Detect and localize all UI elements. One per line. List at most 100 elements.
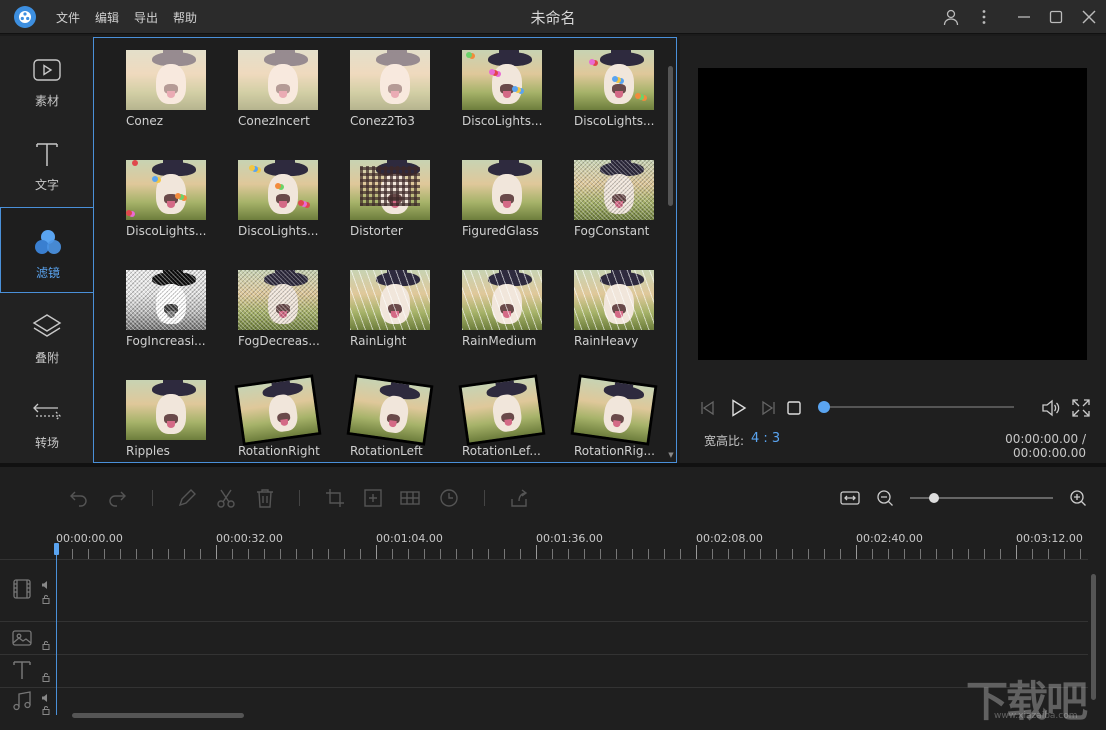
filter-name: ConezIncert <box>238 114 310 128</box>
next-frame-icon[interactable] <box>758 398 778 418</box>
minimize-icon[interactable] <box>1015 8 1033 26</box>
filter-icon <box>33 228 63 256</box>
zoom-out-icon[interactable] <box>874 487 896 509</box>
filter-name: RainMedium <box>462 334 537 348</box>
filter-name: RainHeavy <box>574 334 639 348</box>
video-track[interactable] <box>0 559 1088 621</box>
filter-thumbnail <box>238 270 318 330</box>
filter-tile[interactable]: DiscoLights... <box>125 148 209 248</box>
filter-tile[interactable]: DiscoLights... <box>237 148 321 248</box>
ruler-major-tick <box>216 545 217 559</box>
edit-icon[interactable] <box>176 487 198 509</box>
redo-icon[interactable] <box>106 487 128 509</box>
filter-tile[interactable]: RotationLeft <box>349 368 433 462</box>
menu-help[interactable]: 帮助 <box>173 9 197 26</box>
menu-file[interactable]: 文件 <box>56 9 80 26</box>
lock-icon[interactable] <box>41 593 51 604</box>
filter-tile[interactable]: FogConstant <box>573 148 657 248</box>
sidebar-item-transition[interactable]: 转场 <box>0 378 94 463</box>
filter-name: RainLight <box>350 334 407 348</box>
filter-grid: ▲ ▼ ConezConezIncertConez2To3DiscoLights… <box>93 37 677 463</box>
fit-timeline-icon[interactable] <box>839 487 861 509</box>
filter-tile[interactable]: Conez2To3 <box>349 38 433 138</box>
mosaic-icon[interactable] <box>399 487 421 509</box>
filter-tile[interactable]: RainMedium <box>461 258 545 358</box>
filter-thumbnail <box>126 50 206 110</box>
ruler-major-tick <box>536 545 537 559</box>
filter-tile[interactable]: FogIncreasi... <box>125 258 209 358</box>
filter-name: DiscoLights... <box>462 114 543 128</box>
filter-name: Conez2To3 <box>350 114 415 128</box>
image-track[interactable] <box>0 621 1088 654</box>
filter-thumbnail <box>350 50 430 110</box>
filter-name: FiguredGlass <box>462 224 539 238</box>
text-track[interactable] <box>0 654 1088 687</box>
filter-name: Distorter <box>350 224 403 238</box>
lock-icon[interactable] <box>41 704 51 715</box>
close-icon[interactable] <box>1080 8 1098 26</box>
timeline-horizontal-scrollbar[interactable] <box>72 713 244 718</box>
filter-thumbnail <box>350 270 430 330</box>
user-icon[interactable] <box>942 8 960 26</box>
volume-icon[interactable] <box>41 692 51 702</box>
ruler-major-tick <box>376 545 377 559</box>
filter-thumbnail <box>574 50 654 110</box>
stop-button[interactable] <box>784 398 804 418</box>
duration-icon[interactable] <box>438 487 460 509</box>
filter-tile[interactable]: DiscoLights... <box>461 38 545 138</box>
filter-tile[interactable]: RotationRight <box>237 368 321 462</box>
timeline-vertical-scrollbar[interactable] <box>1091 574 1096 700</box>
crop-icon[interactable] <box>324 487 346 509</box>
more-icon[interactable] <box>975 8 993 26</box>
play-button[interactable] <box>728 398 748 418</box>
playhead[interactable] <box>56 545 57 715</box>
fullscreen-icon[interactable] <box>1071 398 1091 418</box>
volume-icon[interactable] <box>1040 398 1060 418</box>
sidebar-item-text[interactable]: 文字 <box>0 120 94 205</box>
zoom-clip-icon[interactable] <box>362 487 384 509</box>
scroll-down-icon[interactable]: ▼ <box>667 452 675 459</box>
toolbar-separator <box>484 490 485 506</box>
seek-handle[interactable] <box>818 401 830 413</box>
sidebar-item-overlay[interactable]: 叠附 <box>0 293 94 378</box>
maximize-icon[interactable] <box>1047 8 1065 26</box>
filter-tile[interactable]: RotationRig... <box>573 368 657 462</box>
lock-icon[interactable] <box>41 671 51 682</box>
filter-tile[interactable]: FogDecreas... <box>237 258 321 358</box>
filter-tile[interactable]: Conez <box>125 38 209 138</box>
filter-tile[interactable]: FiguredGlass <box>461 148 545 248</box>
filter-name: RotationLeft <box>350 444 423 458</box>
export-clip-icon[interactable] <box>508 487 530 509</box>
app-logo-icon <box>14 6 36 28</box>
previous-frame-icon[interactable] <box>698 398 718 418</box>
ruler-major-tick <box>856 545 857 559</box>
filter-tile[interactable]: Ripples <box>125 368 209 462</box>
menu-export[interactable]: 导出 <box>134 9 158 26</box>
menu-edit[interactable]: 编辑 <box>95 9 119 26</box>
filter-tile[interactable]: RotationLef... <box>461 368 545 462</box>
lock-icon[interactable] <box>41 639 51 650</box>
delete-icon[interactable] <box>254 487 276 509</box>
playhead-handle[interactable] <box>54 543 59 555</box>
zoom-in-icon[interactable] <box>1067 487 1089 509</box>
video-track-icon <box>11 578 33 600</box>
undo-icon[interactable] <box>68 487 90 509</box>
filter-tile[interactable]: RainLight <box>349 258 433 358</box>
filter-tile[interactable]: ConezIncert <box>237 38 321 138</box>
filter-thumbnail <box>573 377 655 443</box>
filter-name: DiscoLights... <box>126 224 207 238</box>
filter-tile[interactable]: RainHeavy <box>573 258 657 358</box>
sidebar-item-label: 素材 <box>34 94 59 108</box>
filter-tile[interactable]: DiscoLights... <box>573 38 657 138</box>
filter-name: RotationRig... <box>574 444 655 458</box>
sidebar-item-media[interactable]: 素材 <box>0 36 94 121</box>
volume-icon[interactable] <box>41 579 51 589</box>
filter-tile[interactable]: Distorter <box>349 148 433 248</box>
seek-bar[interactable] <box>824 406 1014 408</box>
cut-icon[interactable] <box>215 487 237 509</box>
text-icon <box>32 140 62 168</box>
aspect-ratio-selector[interactable]: 4 : 3 <box>751 431 780 446</box>
sidebar-item-filter[interactable]: 滤镜 <box>0 207 94 293</box>
title-bar: 文件 编辑 导出 帮助 未命名 <box>0 0 1106 34</box>
grid-scrollbar[interactable] <box>668 66 673 206</box>
